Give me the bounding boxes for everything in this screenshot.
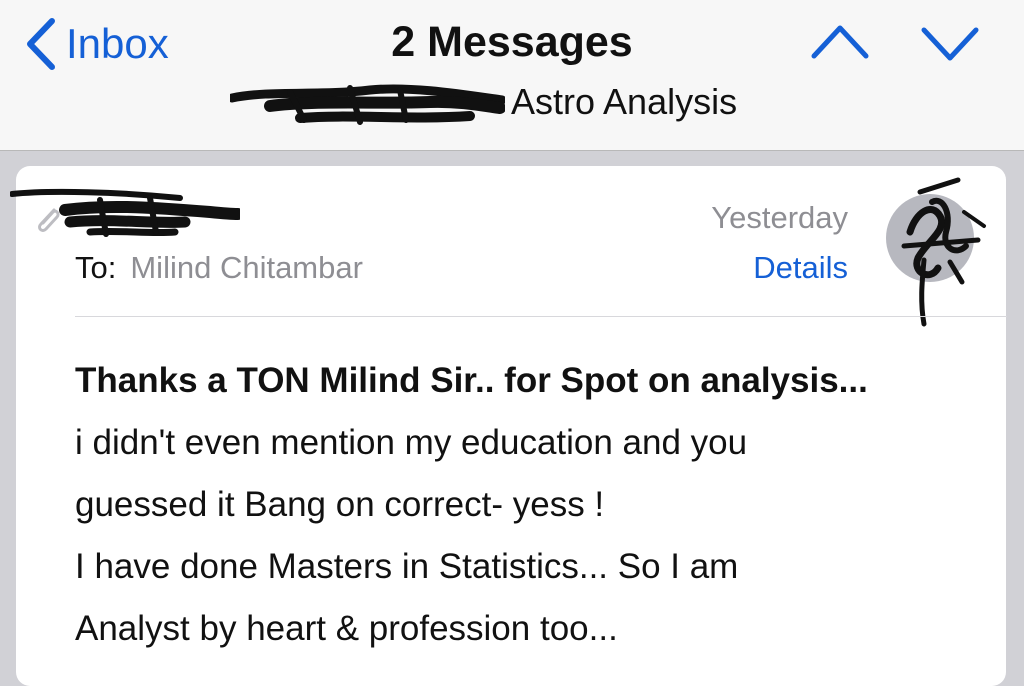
recipient-row: To: Milind Chitambar (75, 250, 363, 286)
message-body: Thanks a TON Milind Sir.. for Spot on an… (75, 350, 975, 660)
sender-redaction-scribble (10, 188, 240, 237)
body-line: Analyst by heart & profession too... (75, 609, 618, 648)
body-line: guessed it Bang on correct- yess ! (75, 485, 605, 524)
header-divider (75, 316, 1007, 317)
body-line: I have done Masters in Statistics... So … (75, 547, 739, 586)
body-line: Thanks a TON Milind Sir.. for Spot on an… (75, 361, 868, 400)
thread-subject: Astro Analysis (230, 76, 737, 128)
navigation-bar: Inbox 2 Messages Astro Analysis (0, 0, 1024, 151)
subject-text: Astro Analysis (511, 81, 738, 122)
to-label: To: (75, 250, 117, 285)
details-link[interactable]: Details (753, 250, 848, 286)
redaction-scribble (230, 84, 505, 125)
body-line: i didn't even mention my education and y… (75, 423, 748, 462)
thread-title: 2 Messages (391, 18, 633, 66)
avatar[interactable] (880, 172, 992, 332)
message-date: Yesterday (711, 200, 848, 235)
recipient-name[interactable]: Milind Chitambar (130, 250, 363, 286)
chevron-up-icon[interactable] (810, 20, 870, 66)
chevron-down-icon[interactable] (920, 20, 980, 66)
